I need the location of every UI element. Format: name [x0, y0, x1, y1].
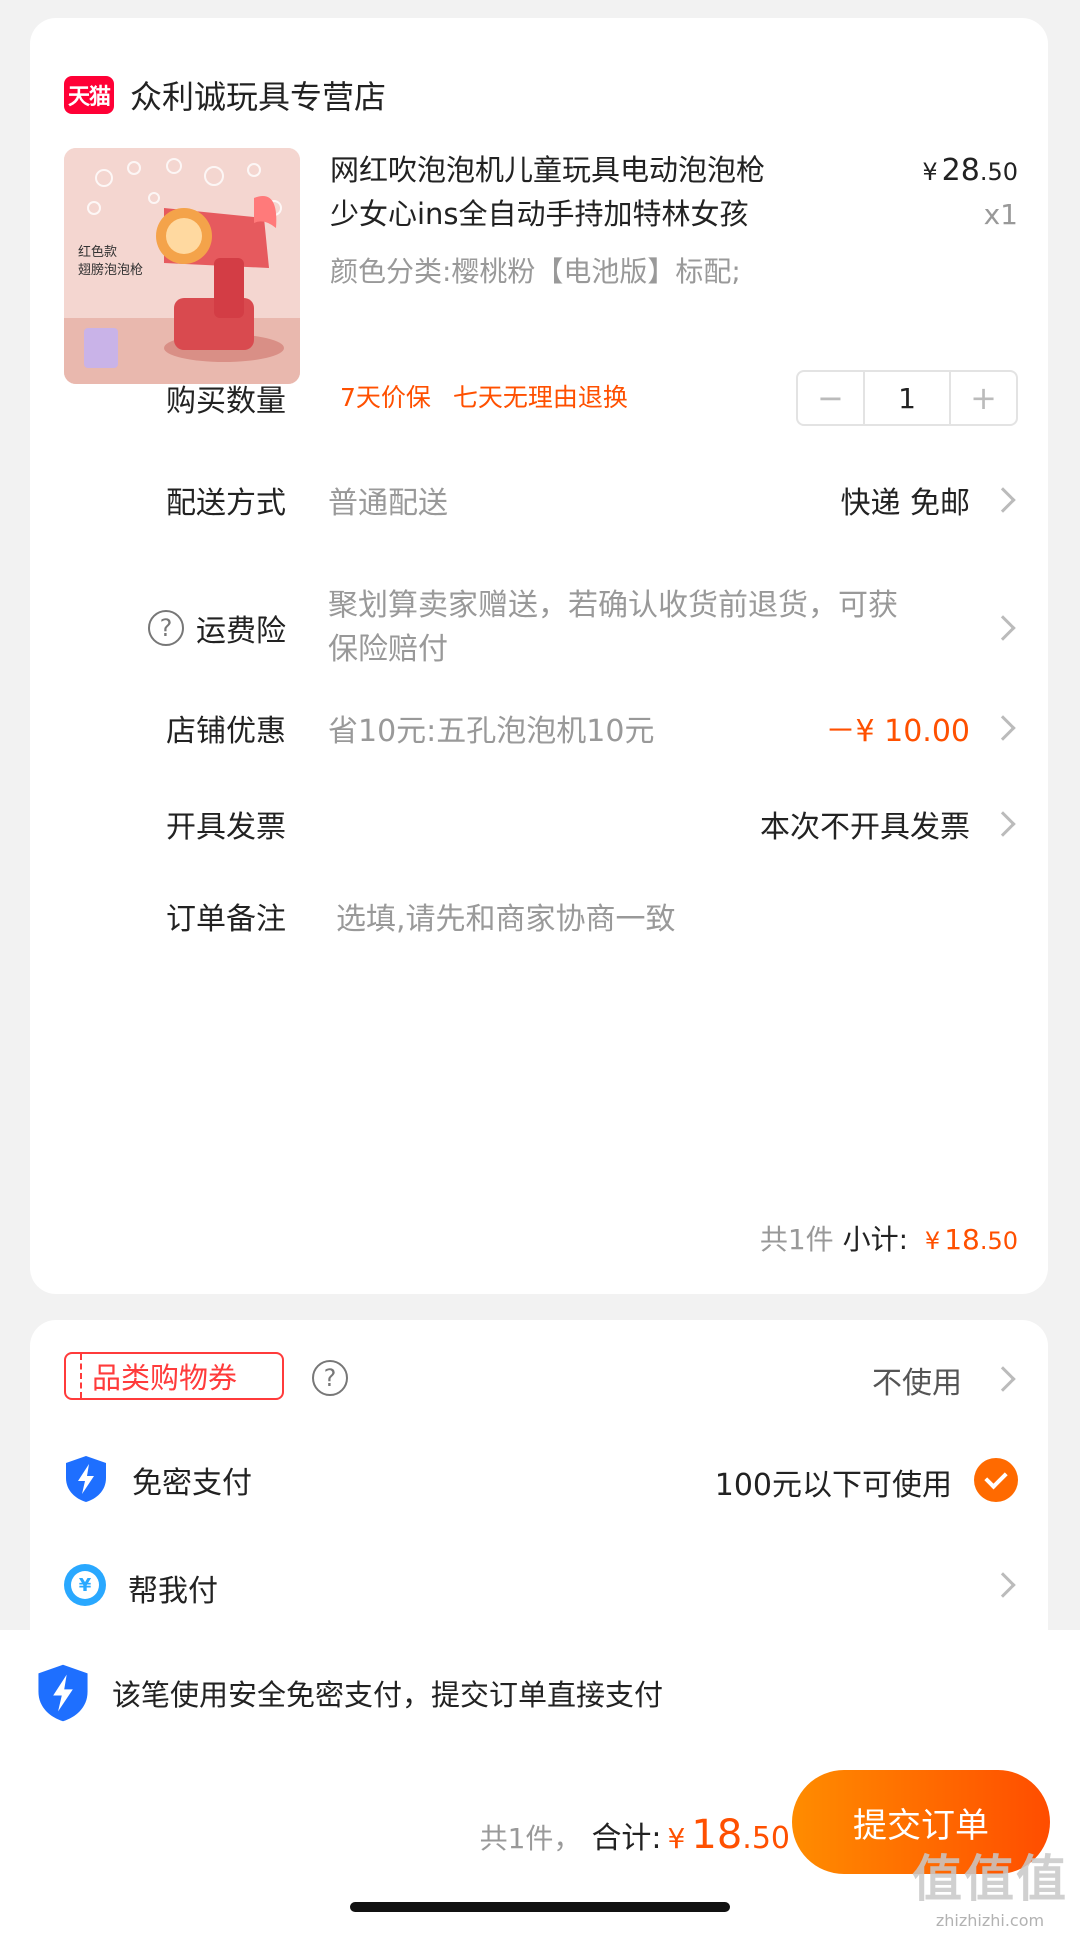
product-quantity: x1 — [983, 198, 1018, 231]
quantity-stepper: − 1 + — [796, 370, 1018, 426]
secure-pay-notice: 该笔使用安全免密支付，提交订单直接支付 — [36, 1662, 663, 1724]
question-icon[interactable]: ? — [312, 1360, 348, 1396]
home-indicator[interactable] — [350, 1902, 730, 1912]
quantity-row: 购买数量 − 1 + — [30, 368, 1048, 428]
question-icon[interactable]: ? — [148, 610, 184, 646]
subtotal: 共1件 小计: ¥18.50 — [759, 1223, 1018, 1256]
help-pay-label[interactable]: 帮我付 — [128, 1566, 218, 1610]
order-note-row: 订单备注 选填,请先和商家协商一致 — [30, 886, 1048, 946]
insurance-label: 运费险 — [196, 614, 286, 649]
store-name[interactable]: 众利诚玩具专营店 — [130, 72, 386, 118]
chevron-right-icon — [990, 615, 1016, 641]
quantity-label: 购买数量 — [166, 384, 286, 419]
product-title[interactable]: 网红吹泡泡机儿童玩具电动泡泡枪少女心ins全自动手持加特林女孩 — [330, 148, 780, 236]
insurance-sub: 聚划算卖家赠送，若确认收货前退货，可获 保险赔付 — [328, 588, 898, 667]
coupon-value[interactable]: 不使用 — [872, 1358, 962, 1402]
increase-button[interactable]: + — [951, 372, 1016, 424]
chevron-right-icon — [990, 1572, 1016, 1598]
order-card: 天猫 众利诚玩具专营店 红色款 翅膀泡泡枪 网红吹泡泡机儿童玩具电动泡泡枪少女心… — [30, 18, 1048, 1294]
chevron-right-icon — [990, 811, 1016, 837]
yen-icon: ¥ — [64, 1564, 106, 1606]
invoice-row[interactable]: 开具发票 本次不开具发票 — [30, 794, 1048, 854]
product-price: ¥28.50 — [922, 153, 1018, 188]
chevron-right-icon — [990, 1366, 1016, 1392]
delivery-label: 配送方式 — [166, 486, 286, 521]
store-header[interactable]: 天猫 众利诚玩具专营店 — [64, 70, 386, 120]
tmall-logo-icon: 天猫 — [64, 76, 114, 114]
decrease-button[interactable]: − — [798, 372, 863, 424]
secret-pay-value: 100元以下可使用 — [714, 1468, 952, 1503]
invoice-value: 本次不开具发票 — [760, 810, 970, 845]
product-image[interactable]: 红色款 翅膀泡泡枪 — [64, 148, 300, 384]
checkout-bar: 该笔使用安全免密支付，提交订单直接支付 共1件， 合计: ¥ 18 .50 提交… — [0, 1630, 1080, 1938]
delivery-value: 快递 免邮 — [840, 486, 970, 521]
shield-lightning-icon — [66, 1456, 106, 1502]
discount-value: －¥ 10.00 — [825, 714, 970, 749]
svg-text:翅膀泡泡枪: 翅膀泡泡枪 — [78, 262, 143, 278]
note-label: 订单备注 — [166, 902, 286, 937]
watermark: 值值值 zhizhizhi.com — [912, 1850, 1068, 1930]
product-spec[interactable]: 颜色分类:樱桃粉【电池版】标配; — [330, 250, 741, 290]
checked-icon[interactable] — [974, 1458, 1018, 1502]
shield-lightning-icon — [38, 1664, 88, 1722]
discount-sub: 省10元:五孔泡泡机10元 — [328, 714, 655, 749]
quantity-value[interactable]: 1 — [862, 372, 952, 424]
delivery-sub: 普通配送 — [328, 486, 448, 521]
discount-label: 店铺优惠 — [166, 714, 286, 749]
insurance-row[interactable]: ? 运费险 聚划算卖家赠送，若确认收货前退货，可获 保险赔付 — [30, 568, 1048, 688]
chevron-right-icon — [990, 487, 1016, 513]
order-total: 共1件， 合计: ¥ 18 .50 — [479, 1812, 790, 1858]
bubble-gun-illustration: 红色款 翅膀泡泡枪 — [64, 148, 300, 384]
chevron-right-icon — [990, 715, 1016, 741]
payment-card: 品类购物券 ? 不使用 免密支付 100元以下可使用 ¥ 帮我付 — [30, 1320, 1048, 1640]
note-input[interactable]: 选填,请先和商家协商一致 — [336, 894, 676, 938]
svg-text:红色款: 红色款 — [78, 244, 117, 260]
secret-pay-label: 免密支付 — [132, 1466, 252, 1501]
delivery-row[interactable]: 配送方式 普通配送 快递 免邮 — [30, 470, 1048, 530]
category-coupon-badge[interactable]: 品类购物券 — [64, 1352, 284, 1400]
store-discount-row[interactable]: 店铺优惠 省10元:五孔泡泡机10元 －¥ 10.00 — [30, 698, 1048, 758]
invoice-label: 开具发票 — [166, 810, 286, 845]
